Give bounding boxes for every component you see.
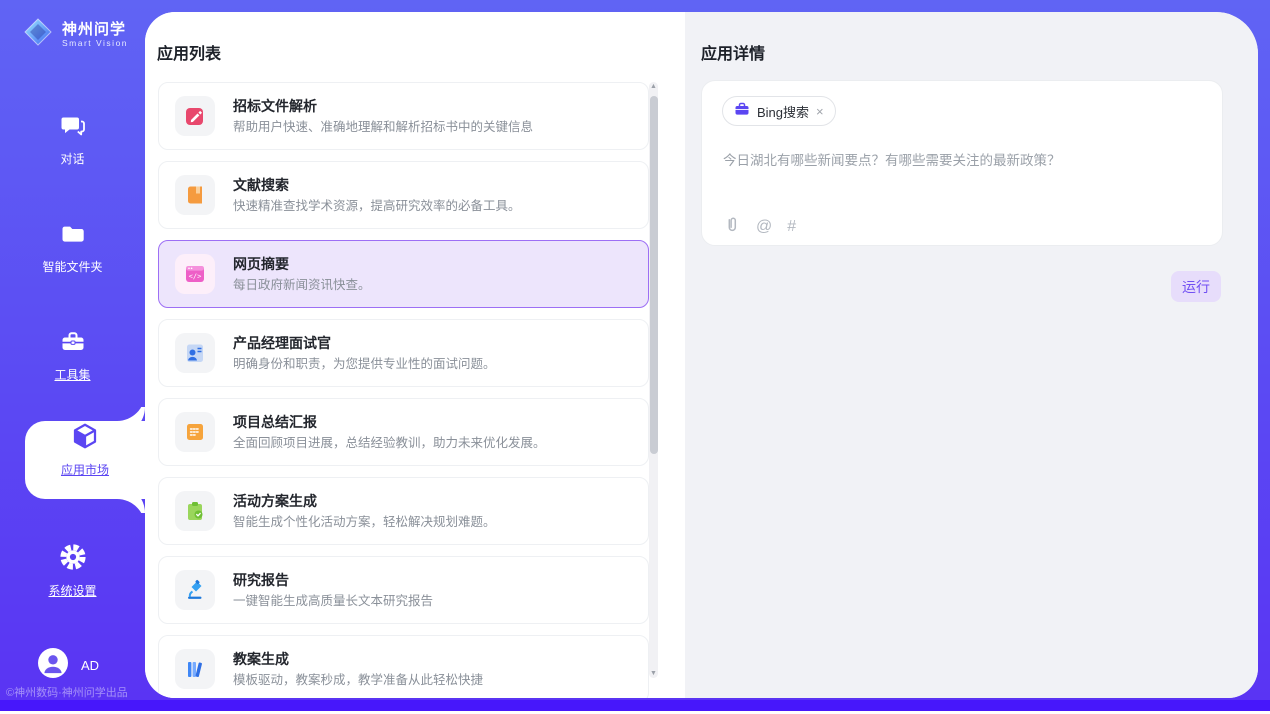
app-card-desc: 模板驱动，教案秒成，教学准备从此轻松快捷 bbox=[233, 672, 483, 688]
app-card-research-report[interactable]: 研究报告 一键智能生成高质量长文本研究报告 bbox=[158, 556, 649, 624]
sidebar-item-settings[interactable]: 系统设置 bbox=[0, 542, 145, 599]
sidebar-item-label: 对话 bbox=[0, 150, 145, 167]
app-card-desc: 明确身份和职责，为您提供专业性的面试问题。 bbox=[233, 356, 496, 372]
app-card-event-plan[interactable]: 活动方案生成 智能生成个性化活动方案，轻松解决规划难题。 bbox=[158, 477, 649, 545]
app-detail-title: 应用详情 bbox=[701, 40, 765, 64]
app-card-text: 研究报告 一键智能生成高质量长文本研究报告 bbox=[233, 571, 433, 609]
paperclip-icon[interactable] bbox=[723, 215, 741, 238]
app-card-project-summary[interactable]: 项目总结汇报 全面回顾项目进展，总结经验教训，助力未来优化发展。 bbox=[158, 398, 649, 466]
app-card-text: 项目总结汇报 全面回顾项目进展，总结经验教训，助力未来优化发展。 bbox=[233, 413, 546, 451]
user-initials: AD bbox=[81, 658, 99, 673]
app-card-text: 产品经理面试官 明确身份和职责，为您提供专业性的面试问题。 bbox=[233, 334, 496, 372]
app-list: 招标文件解析 帮助用户快速、准确地理解和解析招标书中的关键信息 文献搜索 快速精… bbox=[158, 70, 649, 698]
user-avatar-icon bbox=[38, 648, 68, 683]
toolbox-icon bbox=[59, 328, 87, 361]
app-card-desc: 快速精准查找学术资源，提高研究效率的必备工具。 bbox=[233, 198, 521, 214]
query-input[interactable]: 今日湖北有哪些新闻要点？有哪些需要关注的最新政策？ bbox=[723, 151, 1202, 170]
app-card-title: 教案生成 bbox=[233, 650, 483, 668]
user-account[interactable]: AD bbox=[38, 648, 99, 683]
sidebar: 神州问学 Smart Vision 对话 智能文件夹 bbox=[0, 0, 145, 700]
scroll-up-icon[interactable]: ▲ bbox=[649, 83, 658, 90]
book-icon bbox=[175, 175, 215, 215]
app-card-webpage-summary[interactable]: </> 网页摘要 每日政府新闻资讯快查。 bbox=[158, 240, 649, 308]
scrollbar-thumb[interactable] bbox=[650, 96, 658, 454]
app-card-title: 文献搜索 bbox=[233, 176, 521, 194]
app-card-text: 文献搜索 快速精准查找学术资源，提高研究效率的必备工具。 bbox=[233, 176, 521, 214]
sidebar-item-label: 系统设置 bbox=[0, 582, 145, 599]
sidebar-item-label: 工具集 bbox=[0, 366, 145, 383]
brand-name: 神州问学 bbox=[62, 21, 128, 38]
tool-tag-label: Bing搜索 bbox=[757, 102, 809, 121]
briefcase-icon bbox=[734, 101, 750, 122]
app-card-title: 产品经理面试官 bbox=[233, 334, 496, 352]
app-card-pm-interviewer[interactable]: 产品经理面试官 明确身份和职责，为您提供专业性的面试问题。 bbox=[158, 319, 649, 387]
app-card-title: 活动方案生成 bbox=[233, 492, 496, 510]
app-list-scrollbar[interactable]: ▲ ▼ bbox=[649, 82, 658, 678]
topic-icon[interactable]: # bbox=[787, 219, 796, 235]
app-card-title: 网页摘要 bbox=[233, 255, 371, 273]
brand-subtitle: Smart Vision bbox=[62, 38, 128, 49]
sidebar-item-app-market[interactable]: 应用市场 bbox=[25, 421, 145, 499]
sidebar-item-toolset[interactable]: 工具集 bbox=[0, 328, 145, 383]
webpage-code-icon: </> bbox=[175, 254, 215, 294]
books-icon bbox=[175, 649, 215, 689]
app-card-lesson-plan[interactable]: 教案生成 模板驱动，教案秒成，教学准备从此轻松快捷 bbox=[158, 635, 649, 698]
sidebar-item-chat[interactable]: 对话 bbox=[0, 112, 145, 167]
app-card-literature-search[interactable]: 文献搜索 快速精准查找学术资源，提高研究效率的必备工具。 bbox=[158, 161, 649, 229]
brand-text: 神州问学 Smart Vision bbox=[62, 21, 128, 49]
app-card-tender-parse[interactable]: 招标文件解析 帮助用户快速、准确地理解和解析招标书中的关键信息 bbox=[158, 82, 649, 150]
sidebar-item-label: 应用市场 bbox=[25, 461, 145, 478]
mention-icon[interactable]: @ bbox=[756, 219, 772, 235]
app-card-text: 活动方案生成 智能生成个性化活动方案，轻松解决规划难题。 bbox=[233, 492, 496, 530]
run-button[interactable]: 运行 bbox=[1171, 271, 1221, 302]
composer-toolbar: @ # bbox=[723, 215, 796, 238]
app-card-title: 研究报告 bbox=[233, 571, 433, 589]
gear-icon bbox=[58, 542, 88, 577]
report-note-icon bbox=[175, 412, 215, 452]
bottom-accent-bar bbox=[0, 700, 1270, 711]
app-list-panel: 应用列表 招标文件解析 帮助用户快速、准确地理解和解析招标书中的关键信息 bbox=[145, 12, 685, 698]
scroll-down-icon[interactable]: ▼ bbox=[649, 670, 658, 677]
app-card-text: 招标文件解析 帮助用户快速、准确地理解和解析招标书中的关键信息 bbox=[233, 97, 533, 135]
app-card-desc: 一键智能生成高质量长文本研究报告 bbox=[233, 593, 433, 609]
app-detail-panel: 应用详情 Bing搜索 × 今日湖北有哪些新闻要点？有哪些需要关注的最新政策？ bbox=[685, 12, 1258, 698]
tool-tag-bing-search[interactable]: Bing搜索 × bbox=[722, 96, 836, 126]
app-card-text: 教案生成 模板驱动，教案秒成，教学准备从此轻松快捷 bbox=[233, 650, 483, 688]
app-card-desc: 全面回顾项目进展，总结经验教训，助力未来优化发展。 bbox=[233, 435, 546, 451]
app-list-title: 应用列表 bbox=[157, 40, 221, 64]
close-icon[interactable]: × bbox=[816, 105, 824, 118]
sidebar-item-label: 智能文件夹 bbox=[0, 258, 145, 275]
app-card-title: 项目总结汇报 bbox=[233, 413, 546, 431]
svg-text:</>: </> bbox=[189, 273, 202, 281]
app-card-desc: 每日政府新闻资讯快查。 bbox=[233, 277, 371, 293]
sidebar-item-smart-folder[interactable]: 智能文件夹 bbox=[0, 220, 145, 275]
app-card-text: 网页摘要 每日政府新闻资讯快查。 bbox=[233, 255, 371, 293]
folder-icon bbox=[59, 220, 87, 253]
cube-icon bbox=[70, 438, 100, 455]
app-card-desc: 帮助用户快速、准确地理解和解析招标书中的关键信息 bbox=[233, 119, 533, 135]
interviewer-icon bbox=[175, 333, 215, 373]
app-frame: 神州问学 Smart Vision 对话 智能文件夹 bbox=[0, 0, 1270, 700]
brand-logo: 神州问学 Smart Vision bbox=[22, 16, 128, 53]
app-card-desc: 智能生成个性化活动方案，轻松解决规划难题。 bbox=[233, 514, 496, 530]
app-card-title: 招标文件解析 bbox=[233, 97, 533, 115]
chat-icon bbox=[59, 112, 87, 145]
composer-card: Bing搜索 × 今日湖北有哪些新闻要点？有哪些需要关注的最新政策？ @ # bbox=[701, 80, 1223, 246]
brand-diamond-icon bbox=[22, 16, 54, 53]
microscope-icon bbox=[175, 570, 215, 610]
copyright-footer: ©神州数码·神州问学出品 bbox=[6, 684, 128, 700]
content-area: 应用列表 招标文件解析 帮助用户快速、准确地理解和解析招标书中的关键信息 bbox=[145, 12, 1258, 698]
pen-document-icon bbox=[175, 96, 215, 136]
clipboard-check-icon bbox=[175, 491, 215, 531]
